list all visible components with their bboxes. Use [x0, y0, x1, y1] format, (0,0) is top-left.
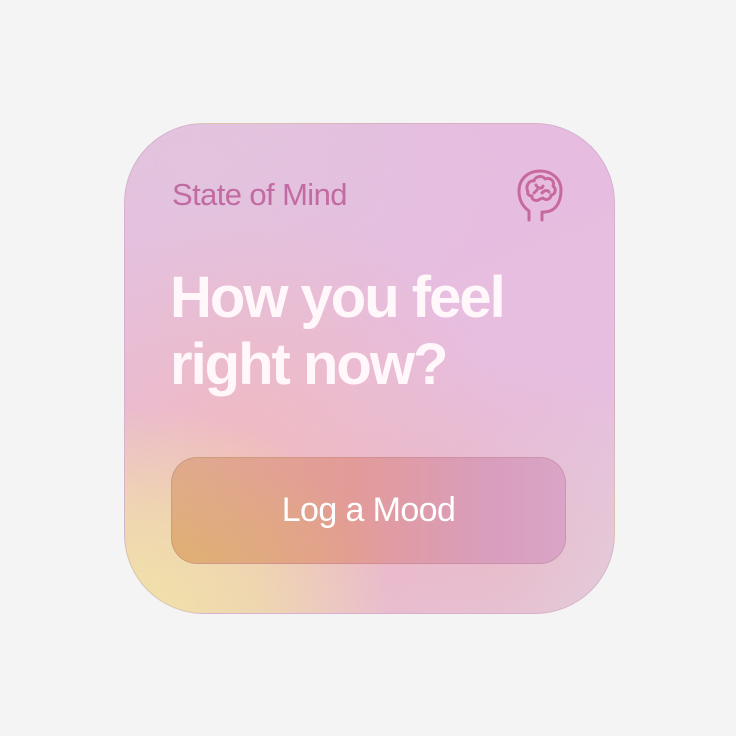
headline-line-1: How you feel	[170, 265, 506, 330]
brain-head-icon	[517, 169, 563, 222]
widget-title: State of Mind	[172, 177, 347, 212]
log-mood-button-label: Log a Mood	[281, 491, 456, 529]
headline-line-2: right now?	[170, 332, 448, 397]
state-of-mind-widget[interactable]: State of Mind How you feel right now? Lo…	[124, 123, 615, 614]
headline: How you feel right now?	[170, 264, 506, 398]
log-mood-button[interactable]: Log a Mood	[171, 457, 566, 564]
